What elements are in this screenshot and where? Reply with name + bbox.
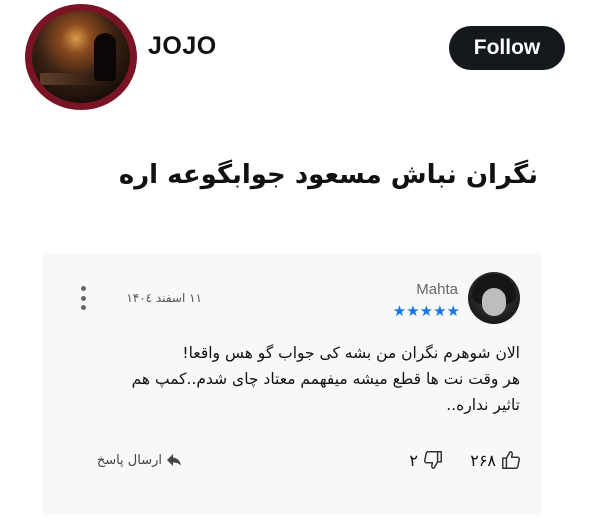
reviewer-avatar[interactable]	[468, 272, 520, 324]
dislike-button[interactable]: ۲	[388, 443, 444, 477]
review-actions: ۲۶۸ ۲ ارسال پاسخ	[42, 443, 542, 479]
review-text-line: هر وقت نت ها قطع میشه میفهمم معتاد چای ش…	[131, 370, 520, 388]
follow-button[interactable]: Follow	[449, 26, 565, 70]
reply-label: ارسال پاسخ	[96, 452, 162, 468]
reviewer-name: Mahta	[416, 281, 458, 298]
review-date: ۱۱ اسفند ۱۴۰٤	[126, 291, 202, 305]
more-vertical-icon[interactable]	[76, 284, 90, 312]
review-text: الان شوهرم نگران من بشه کی جواب گو هس وا…	[94, 340, 520, 418]
profile-username[interactable]: JOJO	[148, 32, 217, 61]
reply-button[interactable]: ارسال پاسخ	[72, 449, 182, 471]
like-count: ۲۶۸	[470, 450, 496, 470]
review-card: Mahta ★★★★★ ۱۱ اسفند ۱۴۰٤ الان شوهرم نگر…	[42, 253, 542, 515]
review-text-line: الان شوهرم نگران من بشه کی جواب گو هس وا…	[182, 344, 520, 362]
dislike-count: ۲	[409, 450, 418, 470]
reply-arrow-icon	[166, 453, 182, 467]
star-rating: ★★★★★	[392, 302, 460, 320]
thumbs-up-icon	[500, 449, 522, 471]
like-button[interactable]: ۲۶۸	[452, 443, 522, 477]
post-headline: نگران نباش مسعود جوابگوعه اره	[118, 160, 538, 190]
review-text-line: تاثیر نداره..	[446, 396, 520, 414]
profile-avatar-image	[32, 11, 130, 103]
profile-avatar[interactable]	[25, 4, 137, 110]
thumbs-down-icon	[422, 449, 444, 471]
profile-header: JOJO Follow	[0, 0, 600, 120]
